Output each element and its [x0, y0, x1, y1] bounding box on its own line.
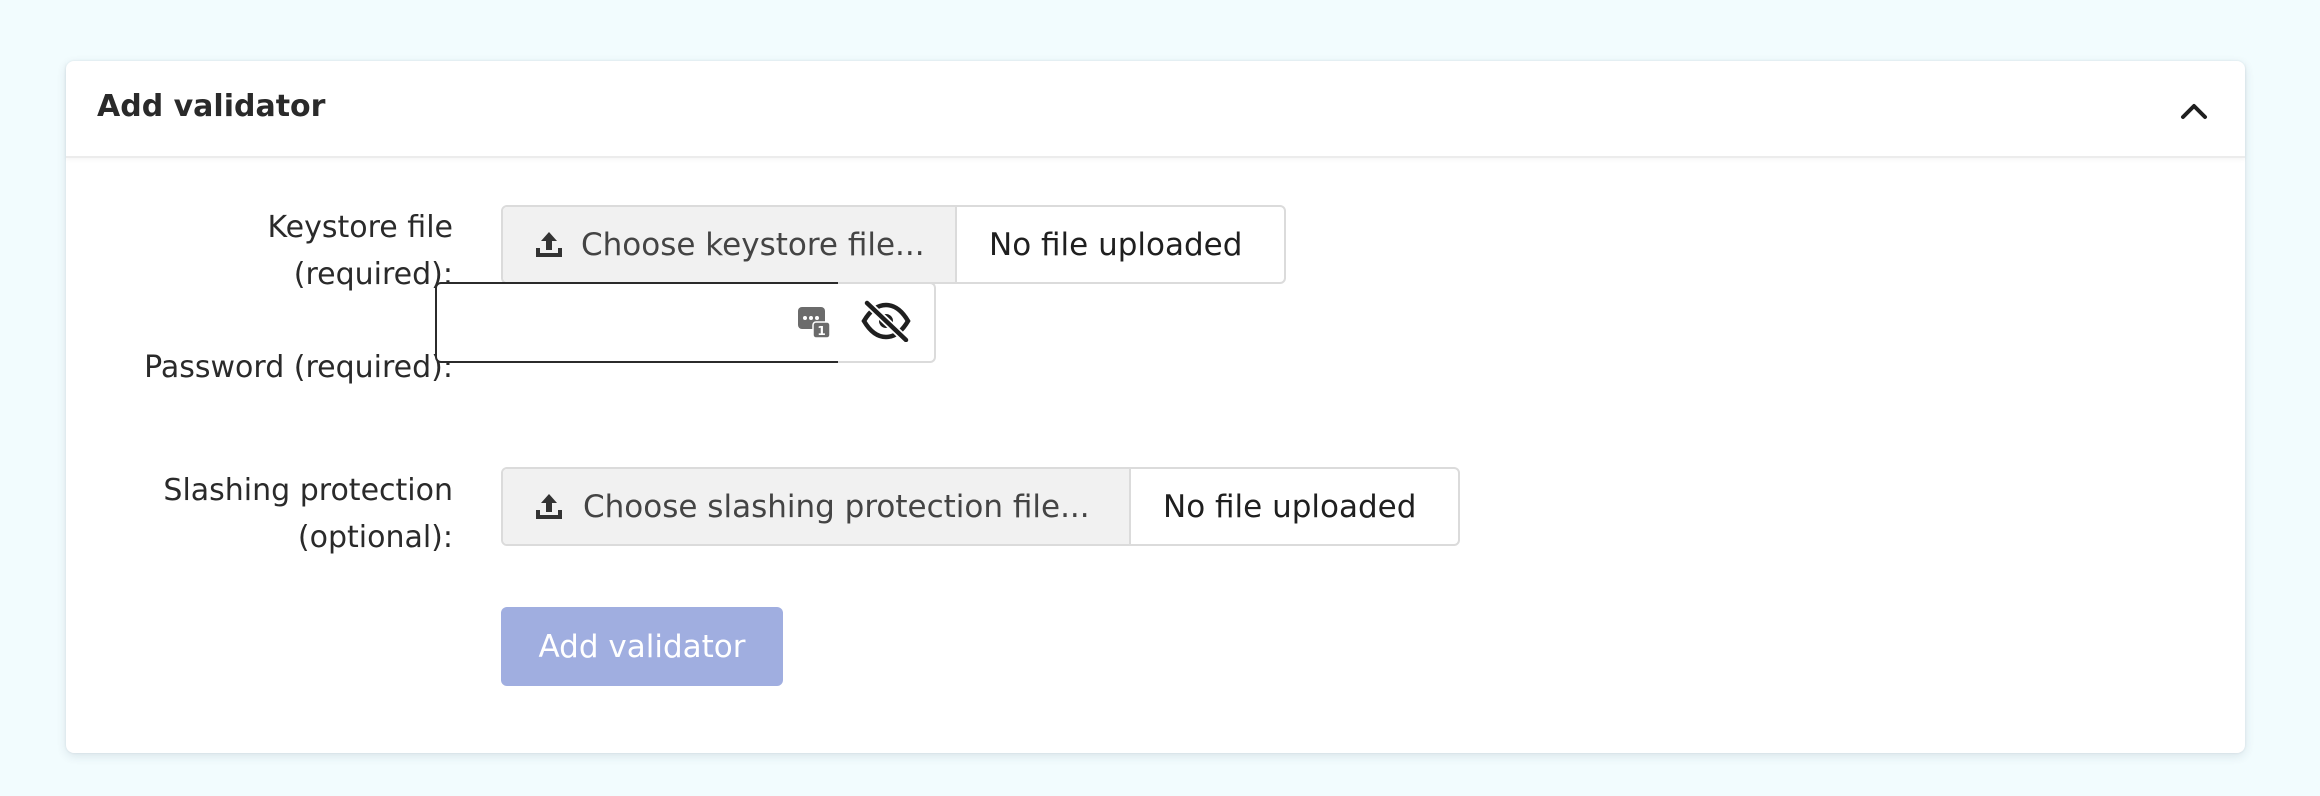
slashing-protection-file-status: No file uploaded — [1131, 469, 1449, 544]
slashing-label: Slashing protection (optional): — [163, 467, 453, 561]
chevron-up-icon[interactable] — [2174, 91, 2214, 131]
keystore-label-line1: Keystore file — [267, 210, 454, 245]
add-validator-button[interactable]: Add validator — [501, 607, 783, 686]
upload-icon — [533, 490, 567, 524]
slashing-label-line2: (optional): — [297, 520, 453, 555]
panel-title: Add validator — [97, 89, 326, 124]
keystore-file-input[interactable]: Choose keystore file... No file uploaded — [501, 205, 1286, 284]
slashing-protection-file-input[interactable]: Choose slashing protection file... No fi… — [501, 467, 1460, 546]
keystore-label: Keystore file (required): — [268, 204, 454, 298]
choose-keystore-button[interactable]: Choose keystore file... — [503, 207, 957, 282]
toggle-password-visibility-button[interactable] — [838, 282, 936, 363]
choose-keystore-label: Choose keystore file... — [581, 226, 925, 263]
svg-text:1: 1 — [817, 324, 825, 338]
password-manager-icon[interactable]: 1 — [797, 305, 831, 339]
keystore-label-line2: (required): — [293, 257, 453, 292]
add-validator-panel: Add validator Keystore file (required): … — [66, 61, 2245, 753]
choose-slashing-protection-button[interactable]: Choose slashing protection file... — [503, 469, 1131, 544]
eye-slash-icon — [861, 299, 911, 346]
panel-header[interactable]: Add validator — [66, 61, 2245, 158]
choose-slashing-protection-label: Choose slashing protection file... — [583, 488, 1090, 525]
password-input[interactable] — [435, 282, 840, 363]
slashing-label-line1: Slashing protection — [163, 473, 453, 508]
upload-icon — [533, 228, 565, 262]
password-label: Password (required): — [144, 350, 453, 385]
keystore-file-status: No file uploaded — [957, 207, 1275, 282]
